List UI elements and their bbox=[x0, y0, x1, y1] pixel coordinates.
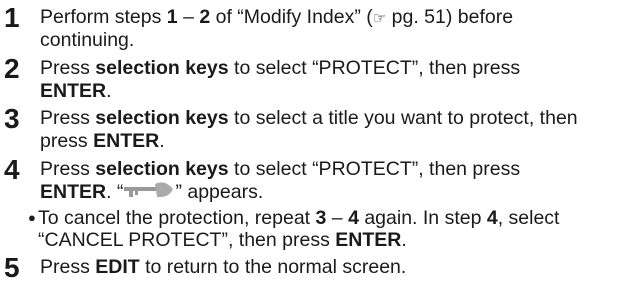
step-text-line: Press selection keys to select “PROTECT”… bbox=[40, 158, 521, 180]
step-number: 3 bbox=[4, 103, 20, 134]
step-text-line: continuing. bbox=[40, 29, 135, 51]
step-text-line: press ENTER. bbox=[40, 130, 165, 152]
step-text-line: Perform steps 1 – 2 of “Modify Index” (☞… bbox=[40, 6, 514, 28]
step-number: 5 bbox=[4, 252, 20, 283]
step-text-line: ENTER. bbox=[40, 80, 112, 102]
step-number: 2 bbox=[4, 53, 20, 84]
instruction-steps: 1 Perform steps 1 – 2 of “Modify Index” … bbox=[0, 0, 640, 306]
step-text-line: ENTER. “” appears. bbox=[40, 181, 640, 207]
step-text-line: Press selection keys to select a title y… bbox=[40, 107, 578, 129]
step-text-line: Press selection keys to select “PROTECT”… bbox=[40, 57, 521, 79]
note-line: “CANCEL PROTECT”, then press ENTER. bbox=[38, 229, 407, 251]
bullet-icon: ● bbox=[28, 210, 36, 225]
step-number: 4 bbox=[4, 154, 20, 185]
key-icon bbox=[123, 181, 175, 207]
note-line: ● To cancel the protection, repeat 3 – 4 … bbox=[28, 207, 560, 229]
page-reference-icon: ☞ bbox=[372, 10, 387, 27]
step-text-line: Press EDIT to return to the normal scree… bbox=[40, 256, 407, 278]
step-number: 1 bbox=[4, 2, 20, 33]
